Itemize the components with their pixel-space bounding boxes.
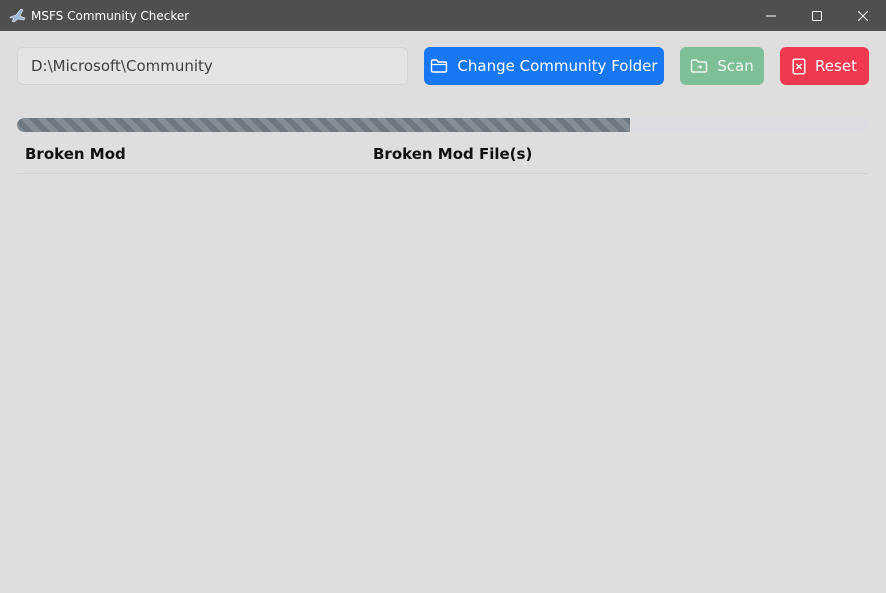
minimize-button[interactable]: [748, 0, 794, 31]
app-window: MSFS Community Checker Change Comm: [0, 0, 886, 593]
minimize-icon: [766, 15, 776, 16]
scan-progress-bar: [17, 118, 869, 132]
window-title: MSFS Community Checker: [31, 9, 190, 23]
plane-icon: [9, 7, 26, 24]
reset-button[interactable]: Reset: [780, 47, 869, 85]
column-header-broken-mod-files[interactable]: Broken Mod File(s): [373, 145, 532, 163]
close-icon: [858, 10, 868, 21]
change-community-folder-label: Change Community Folder: [457, 57, 658, 75]
scan-progress-fill: [17, 118, 631, 132]
column-header-broken-mod[interactable]: Broken Mod: [25, 145, 126, 163]
maximize-icon: [812, 10, 822, 21]
community-path-field[interactable]: [17, 47, 408, 85]
close-button[interactable]: [840, 0, 886, 31]
reset-label: Reset: [815, 57, 857, 75]
title-bar[interactable]: MSFS Community Checker: [0, 0, 886, 31]
results-table-header: Broken Mod Broken Mod File(s): [17, 140, 869, 174]
folder-scan-icon: [690, 58, 708, 74]
change-community-folder-button[interactable]: Change Community Folder: [424, 47, 664, 85]
maximize-button[interactable]: [794, 0, 840, 31]
scan-label: Scan: [717, 57, 754, 75]
folder-icon: [430, 58, 448, 74]
scan-button[interactable]: Scan: [680, 47, 764, 85]
file-x-icon: [792, 58, 806, 75]
